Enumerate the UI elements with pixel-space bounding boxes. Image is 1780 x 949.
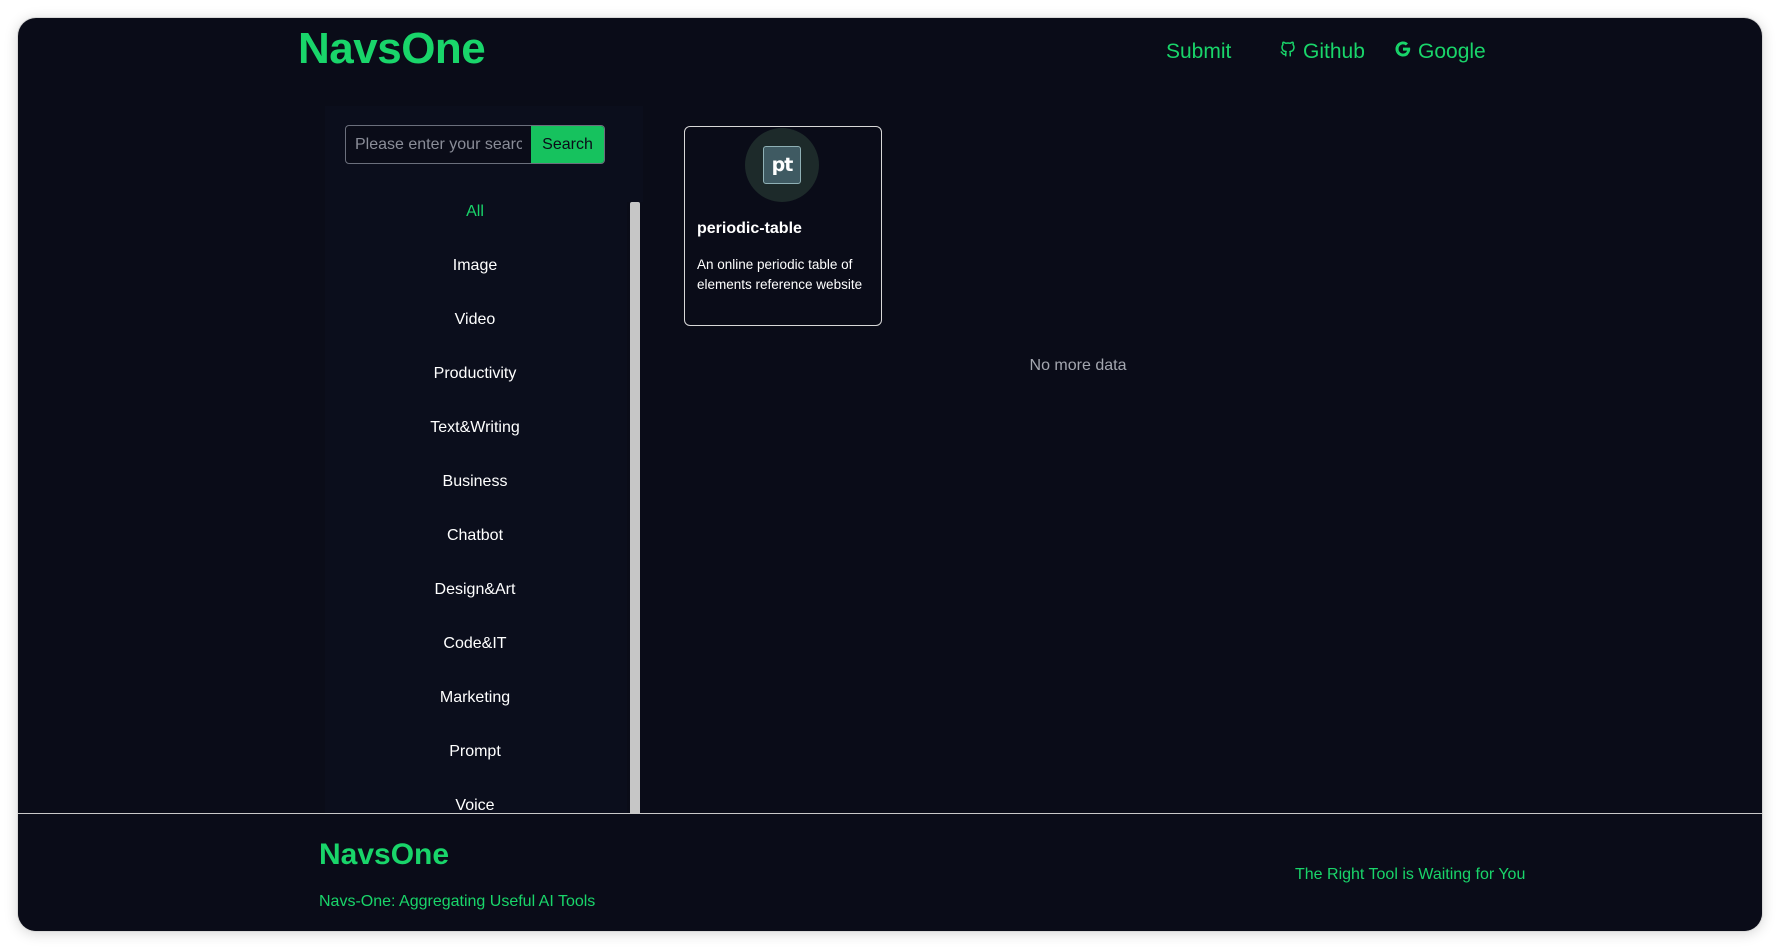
- category-item-image[interactable]: Image: [325, 239, 625, 293]
- google-icon: [1394, 40, 1418, 64]
- site-logo[interactable]: NavsOne: [298, 24, 486, 74]
- category-item-design-art[interactable]: Design&Art: [325, 563, 625, 617]
- footer-logo: NavsOne: [319, 838, 450, 871]
- app-window: NavsOne Submit Github Google Search: [18, 18, 1762, 931]
- sidebar: Search All Image Video Productivity Text…: [325, 106, 643, 832]
- category-item-productivity[interactable]: Productivity: [325, 347, 625, 401]
- category-item-video[interactable]: Video: [325, 293, 625, 347]
- category-item-code-it[interactable]: Code&IT: [325, 617, 625, 671]
- tool-card-avatar: pt: [745, 128, 819, 202]
- footer: NavsOne Navs-One: Aggregating Useful AI …: [18, 813, 1762, 931]
- github-label: Github: [1303, 40, 1365, 63]
- category-list: All Image Video Productivity Text&Writin…: [325, 185, 625, 832]
- category-item-chatbot[interactable]: Chatbot: [325, 509, 625, 563]
- tool-grid: pt periodic-table An online periodic tab…: [650, 106, 1538, 832]
- tool-card-title: periodic-table: [697, 220, 802, 237]
- category-item-business[interactable]: Business: [325, 455, 625, 509]
- periodic-table-icon: pt: [763, 146, 801, 184]
- category-scrollbar[interactable]: [627, 202, 643, 832]
- category-item-text-writing[interactable]: Text&Writing: [325, 401, 625, 455]
- footer-tagline: Navs-One: Aggregating Useful AI Tools: [319, 893, 596, 910]
- search-box: Search: [345, 125, 605, 164]
- tool-card[interactable]: pt periodic-table An online periodic tab…: [684, 126, 882, 326]
- tool-card-description: An online periodic table of elements ref…: [697, 257, 863, 292]
- submit-label: Submit: [1166, 40, 1232, 63]
- no-more-data-text: No more data: [1029, 357, 1127, 374]
- footer-slogan: The Right Tool is Waiting for You: [1295, 866, 1526, 883]
- category-item-marketing[interactable]: Marketing: [325, 671, 625, 725]
- scrollbar-thumb[interactable]: [630, 202, 640, 832]
- github-link[interactable]: Github: [1279, 32, 1365, 72]
- google-label: Google: [1418, 40, 1486, 63]
- category-item-prompt[interactable]: Prompt: [325, 725, 625, 779]
- search-input[interactable]: [346, 126, 531, 163]
- category-item-all[interactable]: All: [325, 185, 625, 239]
- github-icon: [1279, 40, 1303, 64]
- google-link[interactable]: Google: [1394, 32, 1486, 72]
- search-button[interactable]: Search: [531, 126, 604, 163]
- submit-link[interactable]: Submit: [1166, 32, 1231, 72]
